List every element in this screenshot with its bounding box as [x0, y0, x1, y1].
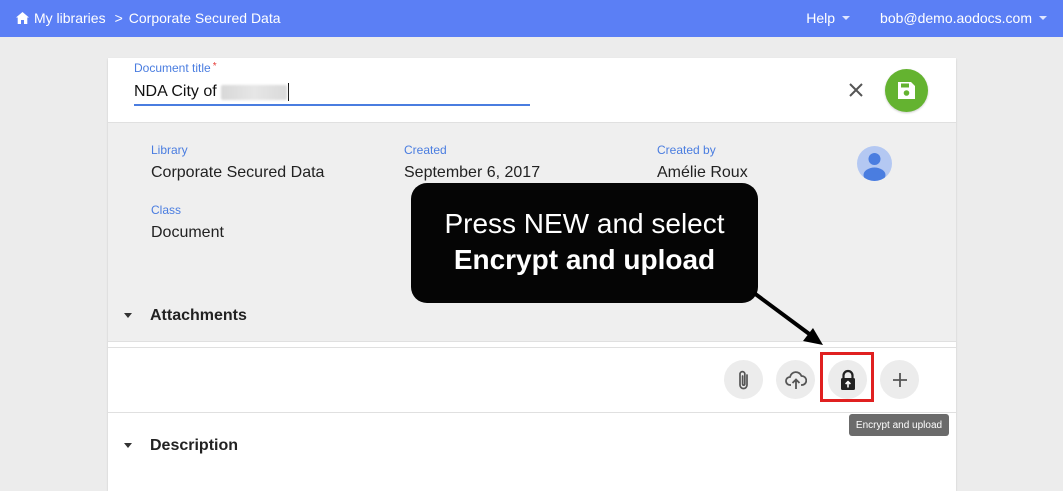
created-by-value: Amélie Roux	[657, 164, 748, 181]
tooltip: Encrypt and upload	[849, 414, 949, 436]
user-icon	[863, 153, 886, 181]
document-title-value: NDA City of	[134, 83, 217, 100]
library-label: Library	[151, 143, 188, 157]
upload-button[interactable]	[776, 360, 815, 399]
created-label: Created	[404, 143, 447, 157]
description-section-header[interactable]: Description	[108, 413, 956, 477]
plus-icon	[892, 372, 907, 387]
highlight-box	[820, 352, 874, 402]
save-icon	[898, 82, 915, 99]
description-title: Description	[150, 437, 239, 454]
save-button[interactable]	[885, 69, 928, 112]
home-icon[interactable]	[16, 12, 29, 24]
breadcrumb: My libraries > Corporate Secured Data	[16, 10, 281, 26]
paperclip-icon	[738, 370, 748, 389]
attach-file-button[interactable]	[724, 360, 763, 399]
library-value: Corporate Secured Data	[151, 164, 325, 181]
caret-down-icon	[124, 313, 132, 318]
help-label: Help	[806, 10, 836, 26]
breadcrumb-current-library[interactable]: Corporate Secured Data	[129, 10, 281, 26]
text-cursor	[287, 83, 289, 101]
attachment-actions	[108, 348, 956, 413]
required-mark: *	[212, 61, 217, 72]
user-menu[interactable]: bob@demo.aodocs.com	[880, 10, 1047, 26]
top-bar: My libraries > Corporate Secured Data He…	[0, 0, 1063, 37]
redacted-text	[220, 84, 287, 100]
created-by-label: Created by	[657, 143, 716, 157]
callout-line-1: Press NEW and select	[444, 208, 725, 239]
caret-down-icon	[124, 443, 132, 448]
attachments-title: Attachments	[150, 307, 247, 324]
close-icon[interactable]	[846, 80, 866, 100]
class-value: Document	[151, 224, 224, 241]
callout-line-2: Encrypt and upload	[453, 244, 716, 275]
cloud-upload-icon	[784, 370, 807, 389]
breadcrumb-separator: >	[114, 10, 123, 26]
chevron-down-icon	[1039, 16, 1047, 20]
chevron-down-icon	[842, 16, 851, 20]
class-label: Class	[151, 203, 182, 217]
help-menu[interactable]: Help	[806, 10, 851, 26]
new-button[interactable]	[880, 360, 919, 399]
avatar	[857, 146, 892, 181]
breadcrumb-my-libraries[interactable]: My libraries	[34, 10, 106, 26]
created-value: September 6, 2017	[404, 164, 541, 181]
document-title-label: Document title *	[134, 61, 217, 75]
document-title-input[interactable]: NDA City of	[134, 80, 530, 106]
instruction-callout: Press NEW and select Encrypt and upload	[411, 183, 758, 303]
user-email: bob@demo.aodocs.com	[880, 10, 1032, 26]
